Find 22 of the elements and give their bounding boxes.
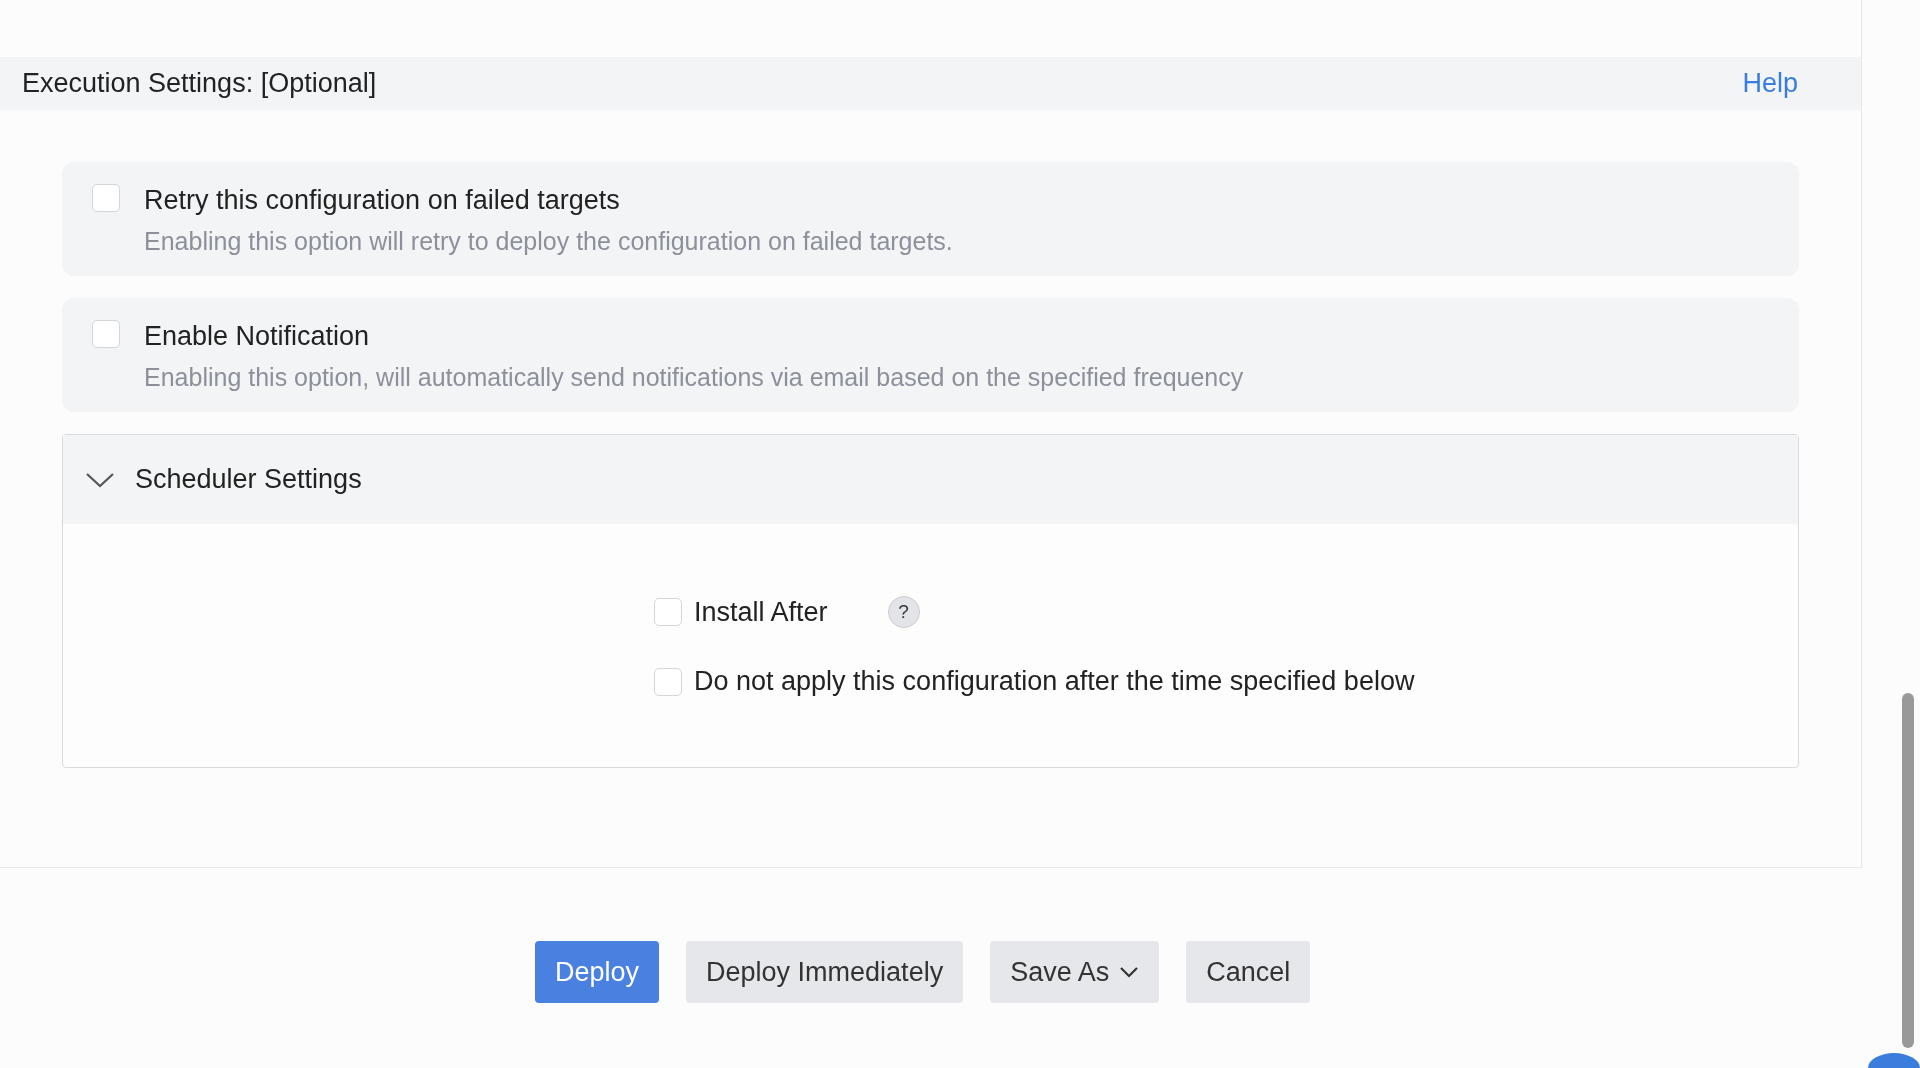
checkbox[interactable] — [654, 667, 682, 696]
option-description: Enabling this option, will automatically send notifications via email based on the specified frequency — [144, 362, 1244, 392]
scheduler-title: Scheduler Settings — [135, 464, 362, 495]
scheduler-header[interactable]: Scheduler Settings — [63, 435, 1798, 524]
help-icon[interactable]: ? — [887, 596, 920, 628]
caret-icon — [1119, 966, 1140, 978]
scrollbar-thumb[interactable] — [1902, 693, 1914, 1048]
dropdown-button[interactable]: Save As — [990, 941, 1160, 1003]
section-title: Execution Settings: [Optional] — [22, 68, 377, 99]
checkbox[interactable] — [92, 320, 120, 348]
deploy-button[interactable]: Deploy — [535, 941, 660, 1003]
chat-button[interactable] — [1868, 1053, 1920, 1068]
option-label: Retry this configuration on failed targets — [144, 184, 621, 216]
action-button[interactable]: Deploy Immediately — [686, 941, 964, 1003]
checkbox[interactable] — [654, 598, 682, 626]
help-link[interactable]: Help — [1742, 68, 1798, 99]
action-button[interactable]: Cancel — [1186, 941, 1311, 1003]
scheduler-option-label: Do not apply this configuration after the time specified below — [694, 666, 1415, 697]
scheduler-option-label: Install After — [694, 596, 828, 628]
option-label: Enable Notification — [144, 320, 371, 352]
option-description: Enabling this option will retry to deploy the configuration on failed targets. — [144, 226, 953, 256]
checkbox[interactable] — [92, 184, 120, 212]
